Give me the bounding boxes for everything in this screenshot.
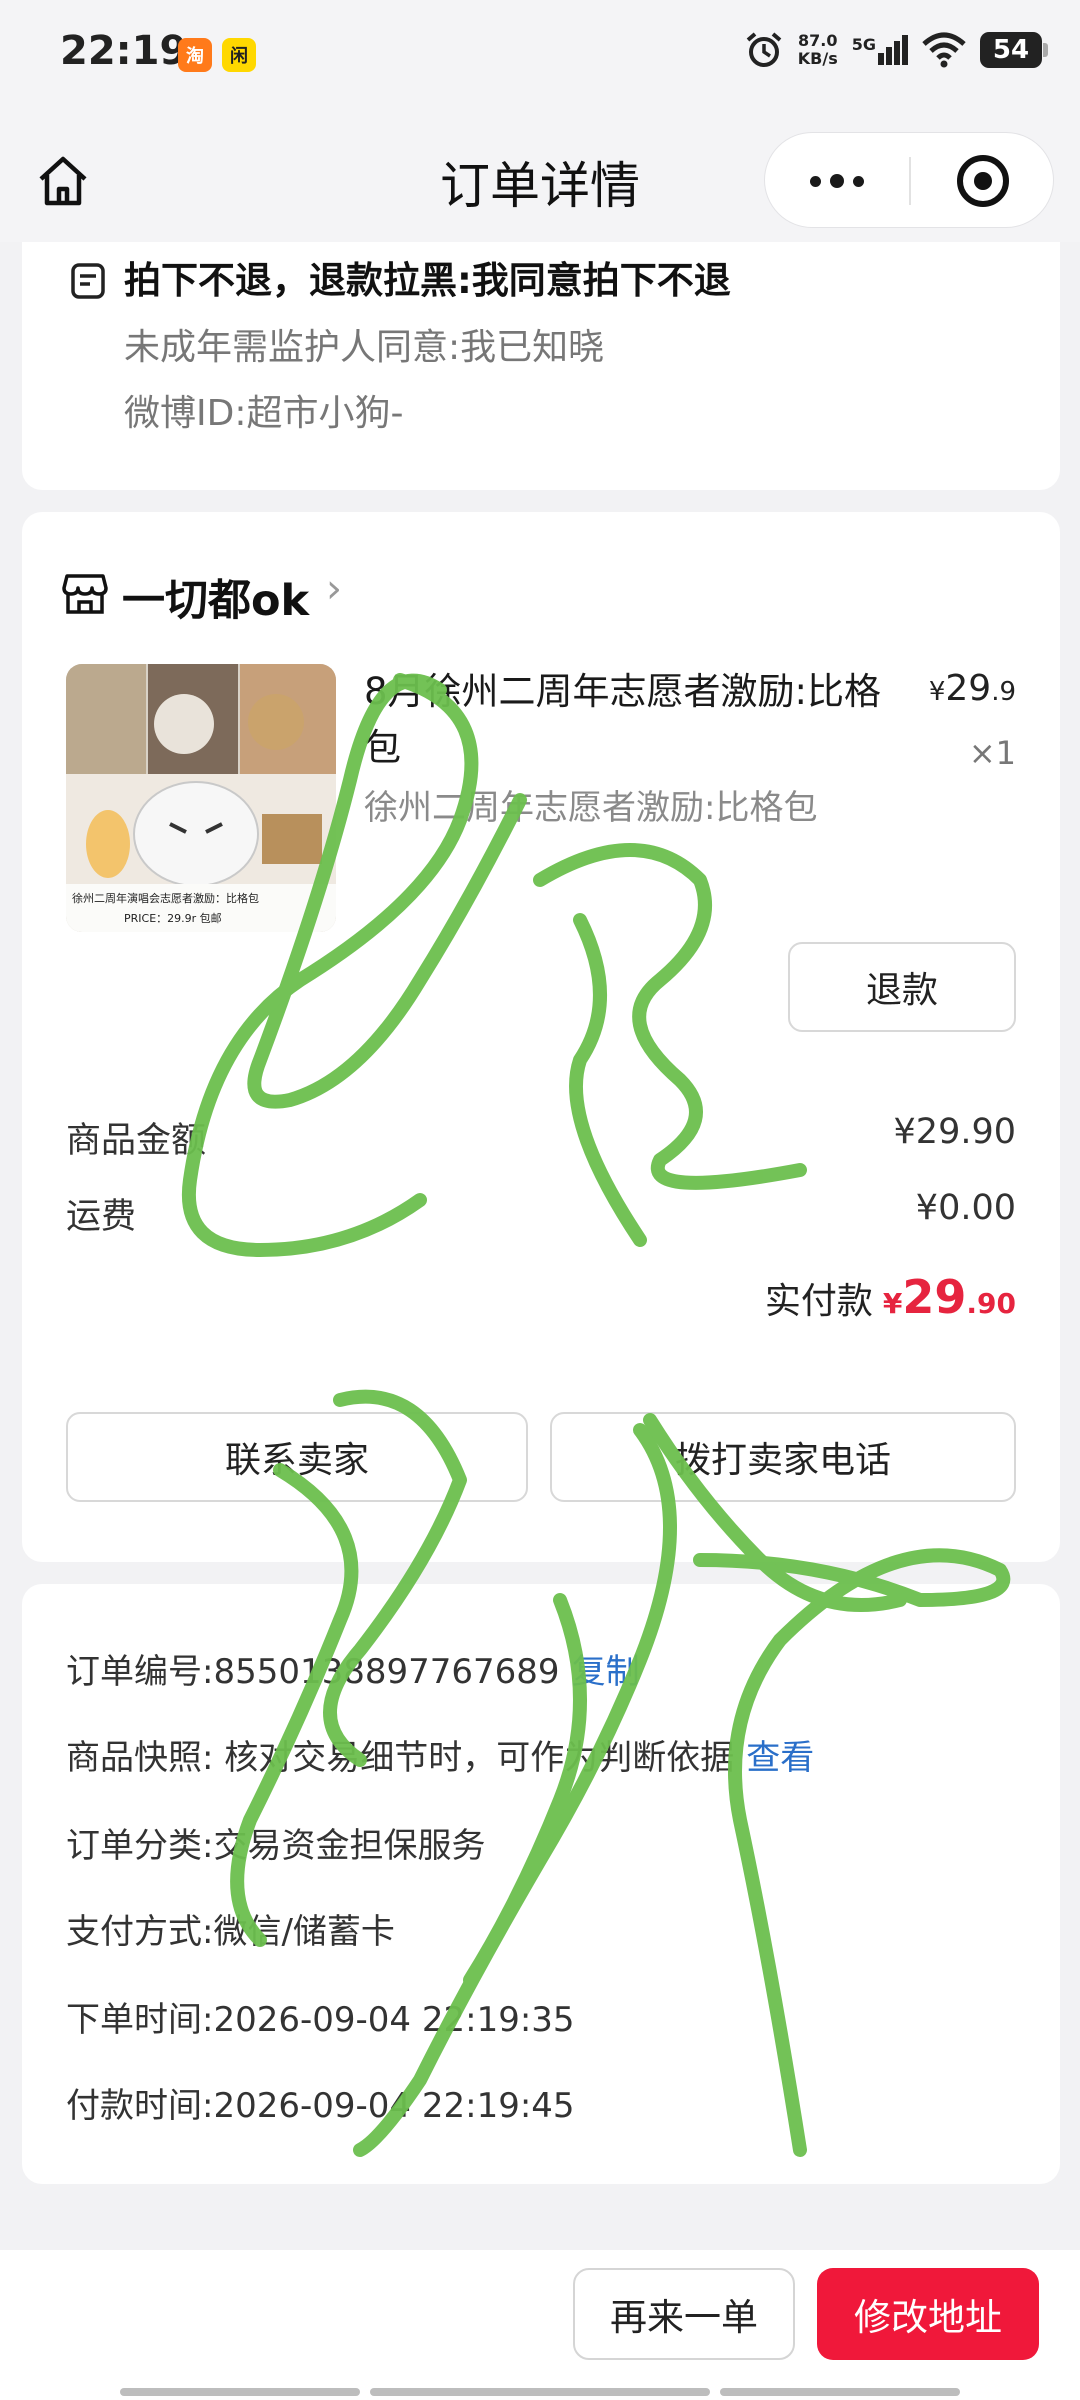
goods-amount-label: 商品金额 (66, 1121, 207, 1161)
target-close-icon (957, 155, 1009, 207)
paid-amount-row: 实付款 ¥29.90 (765, 1270, 1016, 1324)
order-number: 订单编号:8550138897767689 复制 (66, 1652, 640, 1692)
payment-time: 付款时间:2026-09-04 22:19:45 (66, 2086, 575, 2126)
goods-amount-value: ¥29.90 (893, 1112, 1016, 1152)
battery-icon: 54 (980, 32, 1048, 68)
guardian-consent-note: 未成年需监护人同意:我已知晓 (124, 327, 605, 368)
more-button[interactable] (765, 133, 909, 229)
gesture-bar-right (720, 2388, 960, 2396)
status-time: 22:19 (60, 28, 188, 74)
xianyu-app-icon: 闲 (222, 38, 256, 72)
shipping-value: ¥0.00 (915, 1188, 1016, 1228)
alarm-icon (746, 32, 782, 67)
gesture-bar-center (370, 2388, 710, 2396)
weibo-id-note: 微博ID:超市小狗- (124, 393, 404, 434)
product-snapshot: 商品快照: 核对交易细节时，可作为判断依据 查看 (66, 1738, 815, 1778)
chevron-right-icon[interactable]: › (326, 566, 342, 612)
product-spec: 徐州二周年志愿者激励:比格包 (364, 788, 818, 828)
note-icon (71, 263, 105, 299)
paid-amount: ¥29.90 (882, 1270, 1016, 1324)
payment-method: 支付方式:微信/储蓄卡 (66, 1912, 395, 1952)
refund-button[interactable]: 退款 (788, 942, 1016, 1032)
order-card: 一切都ok › 徐州二周年演唱会志愿者激励：比格包 PRICE：29.9r 包邮… (22, 512, 1060, 1562)
product-image-caption: 徐州二周年演唱会志愿者激励：比格包 (72, 892, 259, 905)
shipping-label: 运费 (66, 1197, 137, 1237)
buyer-notes-card: 拍下不退，退款拉黑:我同意拍下不退 未成年需监护人同意:我已知晓 微博ID:超市… (22, 242, 1060, 490)
store-icon (62, 574, 108, 614)
wifi-icon (922, 32, 966, 68)
nav-bar: 订单详情 (0, 118, 1080, 242)
paid-label: 实付款 (764, 1281, 873, 1322)
copy-link[interactable]: 复制 (572, 1652, 640, 1692)
bottom-action-bar: 再来一单 修改地址 (0, 2250, 1080, 2400)
status-bar: 22:19 淘 闲 87.0 KB/s 5G 54 (0, 0, 1080, 118)
order-info-card: 订单编号:8550138897767689 复制 商品快照: 核对交易细节时，可作… (22, 1584, 1060, 2184)
signal-icon: 5G (852, 35, 908, 65)
taobao-app-icon: 淘 (178, 38, 212, 72)
more-dots-icon (810, 175, 821, 187)
store-name[interactable]: 一切都ok (122, 566, 309, 628)
no-return-agreement: 拍下不退，退款拉黑:我同意拍下不退 (124, 259, 731, 302)
product-image-price: PRICE：29.9r 包邮 (124, 912, 222, 925)
net-speed: 87.0 KB/s (797, 31, 838, 68)
contact-seller-button[interactable]: 联系卖家 (66, 1412, 528, 1502)
product-price: ¥29.9 (928, 668, 1016, 709)
gesture-bar-left (120, 2388, 360, 2396)
product-quantity: ×1 (968, 734, 1016, 772)
product-title[interactable]: 8月徐州二周年志愿者激励:比格包 (364, 664, 884, 776)
product-thumbnail[interactable]: 徐州二周年演唱会志愿者激励：比格包 PRICE：29.9r 包邮 (66, 664, 336, 932)
edit-address-button[interactable]: 修改地址 (817, 2268, 1039, 2360)
status-icons: 87.0 KB/s 5G 54 (744, 30, 1048, 70)
mini-program-capsule (764, 132, 1054, 228)
call-seller-button[interactable]: 拨打卖家电话 (550, 1412, 1016, 1502)
close-mini-program-button[interactable] (911, 133, 1055, 229)
order-time: 下单时间:2026-09-04 22:19:35 (66, 2000, 575, 2040)
view-snapshot-link[interactable]: 查看 (746, 1738, 814, 1778)
reorder-button[interactable]: 再来一单 (573, 2268, 795, 2360)
order-category: 订单分类:交易资金担保服务 (66, 1826, 486, 1866)
